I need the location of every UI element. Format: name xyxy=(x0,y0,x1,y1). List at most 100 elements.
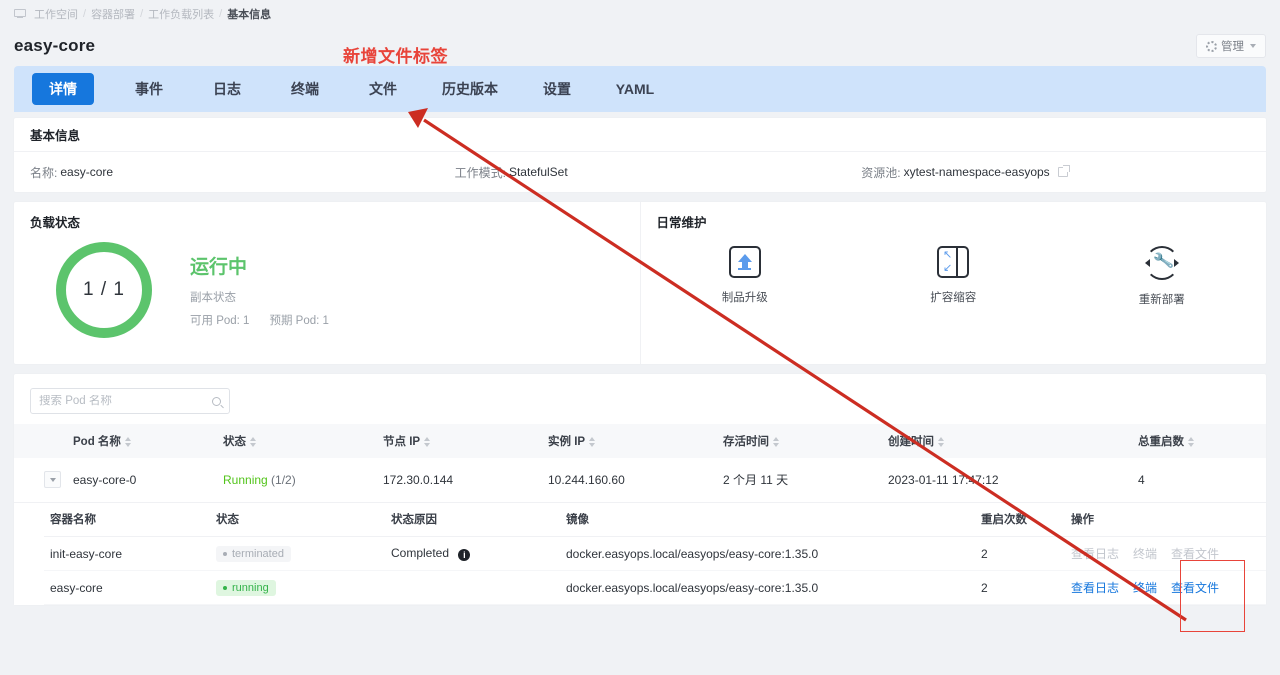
status-badge: terminated xyxy=(216,546,291,562)
external-link-icon[interactable] xyxy=(1057,165,1070,177)
breadcrumb-separator: / xyxy=(140,8,144,20)
maintenance-action-scale-label: 扩容缩容 xyxy=(930,292,977,304)
annotation-text: 新增文件标签 xyxy=(343,47,448,66)
pod-status-detail: (1/2) xyxy=(271,472,296,487)
app-page: 工作空间 / 容器部署 / 工作负载列表 / 基本信息 easy-core 管理… xyxy=(0,0,1280,675)
tab-bar: 详情 事件 日志 终端 文件 历史版本 设置 YAML xyxy=(14,66,1266,112)
container-status: terminated xyxy=(210,536,385,571)
tab-events[interactable]: 事件 xyxy=(110,73,188,105)
view-logs-link: 查看日志 xyxy=(1071,547,1120,561)
gear-icon xyxy=(1206,40,1217,52)
pods-col-restarts-label: 总重启数 xyxy=(1138,436,1184,448)
search-input[interactable] xyxy=(39,395,212,407)
tab-yaml[interactable]: YAML xyxy=(596,75,674,103)
containers-section: 容器名称 状态 状态原因 镜像 重启次数 操作 init-easy-core t… xyxy=(14,502,1266,605)
pods-header-row: Pod 名称 状态 节点 IP 实例 IP 存活时间 创建时间 总重启数 xyxy=(14,424,1266,458)
pods-col-status[interactable]: 状态 xyxy=(217,424,377,458)
sort-icon[interactable] xyxy=(124,436,131,447)
containers-table: 容器名称 状态 状态原因 镜像 重启次数 操作 init-easy-core t… xyxy=(44,502,1266,605)
ct-col-reason: 状态原因 xyxy=(385,502,560,537)
container-name: init-easy-core xyxy=(44,536,210,571)
tab-detail[interactable]: 详情 xyxy=(32,73,94,105)
chevron-down-icon[interactable] xyxy=(44,471,61,489)
container-actions: 查看日志 终端 查看文件 xyxy=(1065,536,1266,571)
container-image: docker.easyops.local/easyops/easy-core:1… xyxy=(560,570,975,605)
manage-button-label: 管理 xyxy=(1221,41,1244,53)
status-text: 运行中 副本状态 可用 Pod: 1 预期 Pod: 1 xyxy=(190,252,329,328)
container-image: docker.easyops.local/easyops/easy-core:1… xyxy=(560,536,975,571)
pods-col-expand xyxy=(14,424,67,458)
pod-created-at: 2023-01-11 17:47:12 xyxy=(882,458,1132,503)
maintenance-action-redeploy[interactable]: 🔧 重新部署 xyxy=(1058,246,1267,307)
workload-status-title: 负载状态 xyxy=(30,215,81,230)
manage-button[interactable]: 管理 xyxy=(1196,34,1266,58)
container-restarts: 2 xyxy=(975,536,1065,571)
container-status: running xyxy=(210,570,385,605)
sort-icon[interactable] xyxy=(773,436,779,447)
terminal-link[interactable]: 终端 xyxy=(1133,579,1157,596)
pod-ip: 10.244.160.60 xyxy=(542,458,717,503)
pods-col-age[interactable]: 存活时间 xyxy=(717,424,882,458)
terminal-link: 终端 xyxy=(1133,547,1158,561)
search-box[interactable] xyxy=(30,388,230,414)
scale-icon: ↖ ↙ xyxy=(937,246,970,278)
status-state: 运行中 xyxy=(190,257,248,278)
page-title: easy-core xyxy=(14,36,96,55)
breadcrumb-item-workspace[interactable]: 工作空间 xyxy=(34,6,78,22)
breadcrumb-item-workload-list[interactable]: 工作负载列表 xyxy=(148,6,214,22)
tab-history-versions[interactable]: 历史版本 xyxy=(422,73,518,105)
sort-icon[interactable] xyxy=(938,436,944,447)
breadcrumb-separator: / xyxy=(83,8,87,20)
basic-info-fields: 名称: easy-core 工作模式: StatefulSet 资源池: xyt… xyxy=(14,152,1266,192)
field-resource-pool-value: xytest-namespace-easyops xyxy=(903,165,1050,179)
tab-settings[interactable]: 设置 xyxy=(518,73,596,105)
redeploy-icon: 🔧 xyxy=(1144,246,1179,280)
pod-name[interactable]: easy-core-0 xyxy=(67,458,217,503)
pods-col-pod-ip-label: 实例 IP xyxy=(548,436,586,448)
search-icon[interactable] xyxy=(212,396,221,406)
field-resource-pool-label: 资源池: xyxy=(861,165,901,180)
table-row[interactable]: easy-core-0 Running (1/2) 172.30.0.144 1… xyxy=(14,458,1266,503)
view-files-link[interactable]: 查看文件 xyxy=(1171,579,1219,596)
sort-icon[interactable] xyxy=(1188,436,1194,447)
maintenance-panel: 日常维护 制品升级 ↖ ↙ 扩容缩容 🔧 重新部署 xyxy=(641,202,1267,364)
pod-status: Running (1/2) xyxy=(217,458,377,503)
pods-col-restarts[interactable]: 总重启数 xyxy=(1132,424,1266,458)
replica-donut: 1 / 1 xyxy=(56,242,152,338)
maintenance-action-upgrade-label: 制品升级 xyxy=(721,292,768,304)
tab-terminal[interactable]: 终端 xyxy=(266,73,344,105)
maintenance-action-upgrade[interactable]: 制品升级 xyxy=(641,246,850,307)
tab-files[interactable]: 文件 xyxy=(344,73,422,105)
maintenance-title: 日常维护 xyxy=(656,215,707,230)
pods-card: Pod 名称 状态 节点 IP 实例 IP 存活时间 创建时间 总重启数 eas… xyxy=(14,374,1266,605)
status-sub-label: 副本状态 xyxy=(190,292,236,304)
breadcrumb: 工作空间 / 容器部署 / 工作负载列表 / 基本信息 xyxy=(0,0,1280,28)
pods-col-name[interactable]: Pod 名称 xyxy=(67,424,217,458)
field-resource-pool: 资源池: xytest-namespace-easyops xyxy=(843,164,1250,181)
pods-col-node-ip-label: 节点 IP xyxy=(383,436,421,448)
sort-icon[interactable] xyxy=(589,436,596,447)
maintenance-action-redeploy-label: 重新部署 xyxy=(1138,294,1185,306)
view-logs-link[interactable]: 查看日志 xyxy=(1071,579,1119,596)
table-row: init-easy-core terminated Completed i do… xyxy=(44,536,1266,571)
pods-col-created[interactable]: 创建时间 xyxy=(882,424,1132,458)
container-name: easy-core xyxy=(44,570,210,605)
breadcrumb-separator: / xyxy=(219,8,223,20)
tab-logs[interactable]: 日志 xyxy=(188,73,266,105)
breadcrumb-item-container-deploy[interactable]: 容器部署 xyxy=(91,6,135,22)
maintenance-action-scale[interactable]: ↖ ↙ 扩容缩容 xyxy=(849,246,1058,307)
info-icon[interactable]: i xyxy=(458,549,471,561)
container-reason-text: Completed xyxy=(391,546,450,560)
sort-icon[interactable] xyxy=(250,436,256,447)
ct-col-actions: 操作 xyxy=(1065,502,1266,537)
status-badge: running xyxy=(216,580,276,596)
pods-col-node-ip[interactable]: 节点 IP xyxy=(377,424,542,458)
pods-col-created-label: 创建时间 xyxy=(888,436,934,448)
available-pods: 可用 Pod: 1 xyxy=(190,315,250,327)
sort-icon[interactable] xyxy=(424,436,431,447)
pods-col-pod-ip[interactable]: 实例 IP xyxy=(542,424,717,458)
monitor-icon xyxy=(14,8,26,20)
pod-expand-cell[interactable] xyxy=(14,458,67,503)
pods-table: Pod 名称 状态 节点 IP 实例 IP 存活时间 创建时间 总重启数 eas… xyxy=(14,424,1266,503)
basic-info-title: 基本信息 xyxy=(14,118,1266,152)
